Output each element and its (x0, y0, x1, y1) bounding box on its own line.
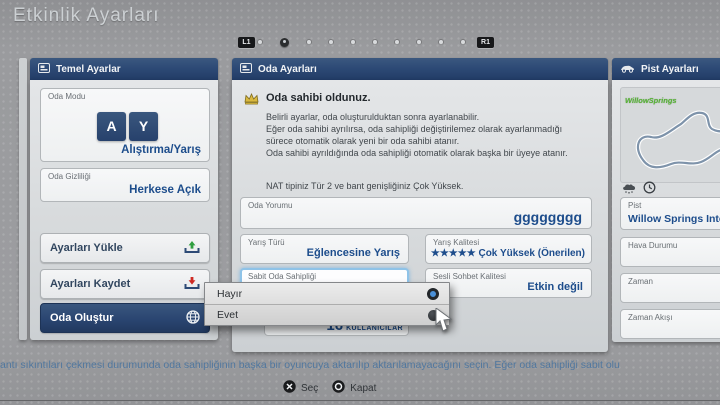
dropdown-option-no[interactable]: Hayır (205, 283, 449, 304)
room-settings-title: Oda Ayarları (258, 63, 317, 75)
track-settings-title: Pist Ayarları (641, 63, 699, 75)
owner-info-line: Eğer oda sahibi ayrılırsa, oda sahipliği… (266, 124, 563, 134)
page-dot (258, 40, 262, 44)
download-icon (184, 276, 200, 293)
room-comment-label: Oda Yorumu (248, 201, 293, 210)
race-quality-stars: ★★★★★ (430, 248, 476, 259)
room-comment-value: gggggggg (513, 209, 582, 225)
page-dot (329, 40, 333, 44)
race-type-value: Eğlencesine Yarış (306, 247, 400, 259)
owner-info-line: Oda sahibi ayrıldığında oda sahipliği ot… (266, 148, 568, 158)
previous-panel-edge (19, 58, 27, 340)
room-settings-icon (240, 62, 252, 76)
save-settings-label: Ayarları Kaydet (50, 278, 131, 290)
cursor-pointer (434, 307, 454, 339)
track-settings-icon (620, 63, 635, 76)
practice-mode-button[interactable]: A (97, 112, 126, 141)
cross-button-icon (283, 380, 296, 396)
room-mode-value: Alıştırma/Yarış (121, 144, 201, 156)
select-hint-label: Seç (301, 382, 319, 394)
room-privacy-label: Oda Gizliliği (48, 172, 91, 181)
owner-info-line: Belirli ayarlar, oda oluşturulduktan son… (266, 112, 480, 122)
select-hint[interactable]: Seç (283, 380, 318, 396)
room-comment-field[interactable]: Oda Yorumu gggggggg (240, 197, 592, 229)
time-field[interactable]: Zaman (620, 273, 720, 303)
owner-heading: Oda sahibi oldunuz. (266, 92, 371, 104)
create-room-button[interactable]: Oda Oluştur (40, 303, 210, 333)
radio-selected-icon[interactable] (427, 287, 439, 300)
button-hints: Seç Kapat (283, 380, 376, 396)
page-dot (395, 40, 399, 44)
page-title: Etkinlik Ayarları (13, 5, 160, 26)
dropdown-option-yes-label: Evet (217, 309, 239, 321)
time-flow-field[interactable]: Zaman Akışı (620, 309, 720, 339)
page-dot (417, 40, 421, 44)
create-room-label: Oda Oluştur (50, 312, 114, 324)
page-dot (351, 40, 355, 44)
close-hint[interactable]: Kapat (332, 380, 376, 396)
race-quality-label: Yarış Kalitesi (433, 238, 480, 247)
race-quality-field[interactable]: Yarış Kalitesi ★★★★★ Çok Yüksek (Önerile… (425, 234, 592, 264)
room-mode-label: Oda Modu (48, 92, 86, 101)
save-settings-button[interactable]: Ayarları Kaydet (40, 269, 210, 299)
race-type-label: Yarış Türü (248, 238, 285, 247)
track-value: Willow Springs International R (628, 213, 720, 225)
room-settings-panel-header: Oda Ayarları (232, 58, 608, 80)
page-dot (373, 40, 377, 44)
time-label: Zaman (628, 277, 653, 286)
track-outline (635, 110, 720, 170)
time-flow-label: Zaman Akışı (628, 313, 673, 322)
event-settings-screen: Etkinlik Ayarları L1 R1 Temel Ayarlar Od… (0, 0, 720, 405)
voice-quality-label: Sesli Sohbet Kalitesi (433, 272, 506, 281)
page-dot-active (280, 37, 289, 47)
track-map: WillowSprings (620, 87, 720, 183)
dropdown-option-yes[interactable]: Evet (205, 304, 449, 325)
close-hint-label: Kapat (350, 382, 377, 394)
owner-info-line: sürece otomatik olarak yeni bir oda sahi… (266, 136, 460, 146)
race-type-field[interactable]: Yarış Türü Eğlencesine Yarış (240, 234, 409, 264)
track-settings-panel-header: Pist Ayarları (612, 58, 720, 80)
circle-button-icon (332, 380, 345, 396)
dropdown-option-no-label: Hayır (217, 287, 243, 300)
page-dot (307, 40, 311, 44)
crown-icon (243, 92, 260, 110)
l1-shoulder-button[interactable]: L1 (238, 37, 255, 48)
track-label: Pist (628, 201, 642, 210)
weather-label: Hava Durumu (628, 241, 678, 250)
nat-info-text: NAT tipiniz Tür 2 ve bant genişliğiniz Ç… (266, 181, 464, 191)
page-dot (439, 40, 443, 44)
users-label: KULLANICILAR (346, 325, 403, 332)
race-quality-text: Çok Yüksek (Önerilen) (478, 248, 585, 259)
fixed-host-dropdown: Hayır Evet (204, 282, 450, 326)
r1-shoulder-button[interactable]: R1 (477, 37, 494, 48)
voice-quality-field[interactable]: Sesli Sohbet Kalitesi Etkin değil (425, 268, 592, 298)
page-dots (258, 34, 473, 50)
track-field[interactable]: Pist Willow Springs International R (620, 197, 720, 230)
basic-settings-title: Temel Ayarlar (56, 63, 121, 75)
page-dot (461, 40, 465, 44)
room-privacy-value: Herkese Açık (129, 184, 201, 196)
globe-icon (186, 309, 200, 327)
upload-icon (184, 240, 200, 257)
load-settings-label: Ayarları Yükle (50, 242, 123, 254)
room-mode-field[interactable]: Oda Modu A Y Alıştırma/Yarış (40, 88, 210, 162)
basic-settings-icon (38, 62, 50, 76)
basic-settings-panel-header: Temel Ayarlar (30, 58, 218, 80)
weather-field[interactable]: Hava Durumu (620, 237, 720, 267)
load-settings-button[interactable]: Ayarları Yükle (40, 233, 210, 263)
footer-help-text: antı sıkıntıları çekmesi durumunda oda s… (0, 359, 620, 371)
bottom-divider (0, 400, 720, 401)
race-mode-button[interactable]: Y (129, 112, 158, 141)
voice-quality-value: Etkin değil (527, 281, 583, 293)
room-privacy-field[interactable]: Oda Gizliliği Herkese Açık (40, 168, 210, 202)
fixed-host-label: Sabit Oda Sahipliği (248, 272, 317, 281)
race-quality-value: ★★★★★ Çok Yüksek (Önerilen) (431, 248, 585, 259)
